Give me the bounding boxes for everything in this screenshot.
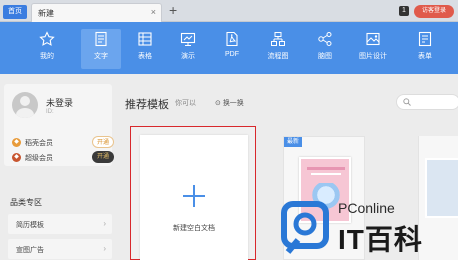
tool-label: 文字 [94, 53, 108, 60]
tool-label: PDF [225, 51, 239, 58]
tool-present[interactable]: 演示 [168, 29, 208, 69]
membership-label: 稻壳会员 [25, 140, 53, 147]
pconline-logo-icon [281, 201, 329, 254]
plus-icon [183, 185, 205, 207]
user-card: 未登录 ID: ◆ 稻壳会员 开通 ◆ 超级会员 开通 [4, 84, 114, 166]
avatar-body [16, 108, 34, 118]
tool-label: 图片设计 [359, 53, 387, 60]
tool-sheet[interactable]: 表格 [125, 29, 165, 69]
notification-badge[interactable]: 1 [399, 6, 409, 16]
mindmap-icon [317, 31, 333, 47]
tool-label: 表格 [138, 53, 152, 60]
section-hint: 你可以 [175, 100, 196, 107]
tool-pdf[interactable]: PDF [212, 29, 252, 69]
table-icon [137, 31, 153, 47]
refresh-label: 换一换 [222, 100, 244, 107]
tab-bar: 首页 新建 × + 1 访客登录 [0, 0, 458, 22]
chevron-right-icon: › [103, 244, 106, 253]
tool-label: 表单 [418, 53, 432, 60]
image-design-icon [365, 31, 381, 47]
document-icon [93, 31, 109, 47]
refresh-link[interactable]: ⊙ 换一换 [215, 98, 244, 108]
blank-page: 新建空白文档 [140, 135, 248, 260]
tab-new-label: 新建 [38, 9, 54, 18]
category-item-poster[interactable]: 宣图广告 › [8, 239, 112, 259]
category-item-resume[interactable]: 简历模板 › [8, 214, 112, 234]
tool-label: 流程图 [267, 53, 289, 60]
presentation-icon [180, 31, 196, 47]
new-blank-document-card[interactable]: 新建空白文档 [130, 126, 256, 260]
section-title: 推荐模板 [125, 99, 169, 111]
watermark: PConline IT百科 [272, 196, 458, 260]
add-tab-button[interactable]: + [169, 3, 177, 17]
close-icon[interactable]: × [151, 7, 156, 17]
open-membership-button[interactable]: 开通 [92, 136, 114, 148]
crown-icon: ◆ [12, 138, 21, 147]
brand-en: PConline [338, 200, 395, 216]
visitor-login-button[interactable]: 访客登录 [414, 5, 454, 18]
avatar-head [20, 96, 30, 106]
pdf-icon [224, 31, 240, 47]
tool-flowchart[interactable]: 流程图 [258, 29, 298, 69]
brand-cn: IT百科 [338, 224, 423, 255]
tool-label: 演示 [181, 53, 195, 60]
tool-label: 我的 [40, 53, 54, 60]
membership-label: 超级会员 [25, 155, 53, 162]
category-label: 简历模板 [16, 222, 44, 229]
new-blank-label: 新建空白文档 [173, 225, 215, 232]
form-icon [417, 31, 433, 47]
app-toolbar: 我的 文字 表格 演示 PDF 流程图 脑图 图片设计 表单 [0, 22, 458, 74]
membership-docer: ◆ 稻壳会员 开通 [12, 136, 114, 150]
category-label: 宣图广告 [16, 247, 44, 254]
left-panel: 未登录 ID: ◆ 稻壳会员 开通 ◆ 超级会员 开通 品类专区 简历模板 › … [0, 74, 118, 260]
thumb-subtitle-bar [311, 173, 341, 175]
tool-writer[interactable]: 文字 [81, 29, 121, 69]
tool-form[interactable]: 表单 [405, 29, 445, 69]
membership-super: ◆ 超级会员 开通 [12, 151, 114, 165]
new-badge: 最新 [284, 137, 302, 147]
user-id: ID: [46, 109, 54, 115]
user-name[interactable]: 未登录 [46, 96, 73, 109]
diamond-icon: ◆ [12, 153, 21, 162]
tool-image-design[interactable]: 图片设计 [353, 29, 393, 69]
search-input[interactable] [396, 94, 458, 110]
chevron-right-icon: › [103, 219, 106, 228]
open-membership-button[interactable]: 开通 [92, 151, 114, 163]
thumb-title-bar [307, 167, 345, 170]
search-icon [403, 98, 411, 106]
flowchart-icon [270, 31, 286, 47]
tool-mine[interactable]: 我的 [27, 29, 67, 69]
tab-new[interactable]: 新建 × [31, 3, 162, 22]
avatar[interactable] [12, 92, 38, 118]
star-icon [39, 31, 55, 47]
category-title: 品类专区 [10, 198, 42, 207]
tab-home[interactable]: 首页 [3, 5, 27, 19]
tool-label: 脑图 [318, 53, 332, 60]
tool-mindmap[interactable]: 脑图 [305, 29, 345, 69]
